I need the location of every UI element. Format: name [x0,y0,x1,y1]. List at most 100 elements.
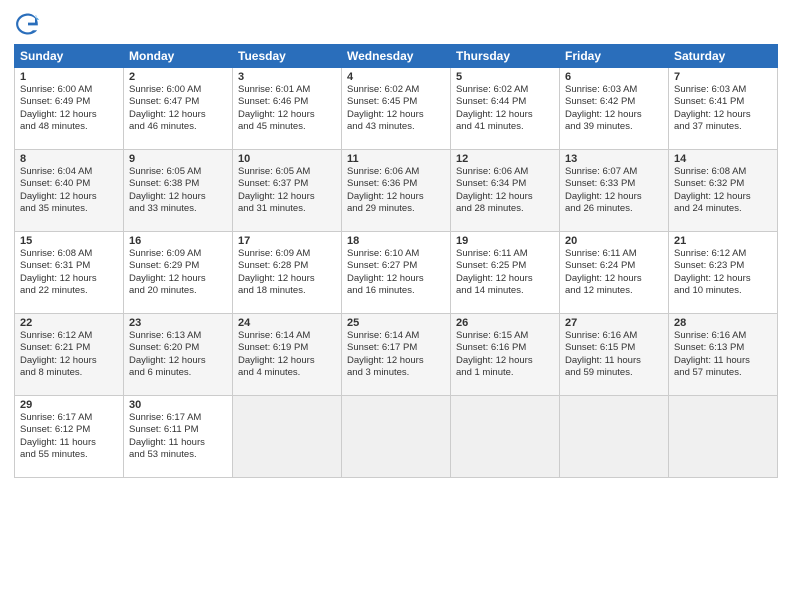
day-info-line: Sunrise: 6:02 AM [347,84,445,96]
day-info-line: and 4 minutes. [238,367,336,379]
day-info-line: Sunrise: 6:13 AM [129,330,227,342]
day-info-line: Sunset: 6:38 PM [129,178,227,190]
calendar-cell [451,396,560,478]
day-info-line: Sunset: 6:27 PM [347,260,445,272]
day-info-line: Sunrise: 6:06 AM [456,166,554,178]
day-info-line: Daylight: 12 hours [238,109,336,121]
calendar-table: SundayMondayTuesdayWednesdayThursdayFrid… [14,44,778,478]
day-info-line: and 59 minutes. [565,367,663,379]
day-info-line: and 33 minutes. [129,203,227,215]
day-info-line: Daylight: 12 hours [20,109,118,121]
day-info-line: Sunrise: 6:02 AM [456,84,554,96]
day-info-line: Sunrise: 6:17 AM [20,412,118,424]
day-info-line: Daylight: 12 hours [674,273,772,285]
day-info-line: Sunset: 6:15 PM [565,342,663,354]
day-info-line: Sunset: 6:31 PM [20,260,118,272]
day-info-line: Sunrise: 6:00 AM [129,84,227,96]
day-number: 24 [238,317,336,329]
day-info-line: Sunset: 6:36 PM [347,178,445,190]
calendar-week-0: 1Sunrise: 6:00 AMSunset: 6:49 PMDaylight… [15,68,778,150]
day-info-line: and 39 minutes. [565,121,663,133]
day-info-line: and 6 minutes. [129,367,227,379]
header-cell-friday: Friday [560,45,669,68]
day-info-line: and 16 minutes. [347,285,445,297]
header-cell-thursday: Thursday [451,45,560,68]
day-info-line: Sunset: 6:49 PM [20,96,118,108]
day-info-line: and 35 minutes. [20,203,118,215]
calendar-cell: 10Sunrise: 6:05 AMSunset: 6:37 PMDayligh… [233,150,342,232]
day-info-line: Daylight: 12 hours [565,191,663,203]
calendar-body: 1Sunrise: 6:00 AMSunset: 6:49 PMDaylight… [15,68,778,478]
header-cell-tuesday: Tuesday [233,45,342,68]
day-info-line: Daylight: 12 hours [129,109,227,121]
day-info-line: Sunset: 6:23 PM [674,260,772,272]
calendar-week-4: 29Sunrise: 6:17 AMSunset: 6:12 PMDayligh… [15,396,778,478]
day-info-line: Sunset: 6:11 PM [129,424,227,436]
calendar-cell: 21Sunrise: 6:12 AMSunset: 6:23 PMDayligh… [669,232,778,314]
day-info-line: and 46 minutes. [129,121,227,133]
header-cell-sunday: Sunday [15,45,124,68]
day-info-line: and 29 minutes. [347,203,445,215]
day-info-line: Sunrise: 6:01 AM [238,84,336,96]
day-info-line: and 53 minutes. [129,449,227,461]
day-info-line: Sunset: 6:17 PM [347,342,445,354]
day-info-line: Daylight: 12 hours [238,355,336,367]
day-info-line: Sunrise: 6:07 AM [565,166,663,178]
calendar-cell: 11Sunrise: 6:06 AMSunset: 6:36 PMDayligh… [342,150,451,232]
day-info-line: Sunrise: 6:09 AM [129,248,227,260]
day-info-line: Sunrise: 6:12 AM [20,330,118,342]
day-info-line: and 37 minutes. [674,121,772,133]
day-info-line: Sunset: 6:29 PM [129,260,227,272]
day-number: 2 [129,71,227,83]
day-info-line: Daylight: 12 hours [20,273,118,285]
day-info-line: Sunset: 6:25 PM [456,260,554,272]
day-info-line: Daylight: 12 hours [129,191,227,203]
day-info-line: Sunset: 6:37 PM [238,178,336,190]
calendar-cell: 30Sunrise: 6:17 AMSunset: 6:11 PMDayligh… [124,396,233,478]
day-info-line: and 55 minutes. [20,449,118,461]
day-info-line: Sunset: 6:20 PM [129,342,227,354]
day-number: 15 [20,235,118,247]
day-number: 7 [674,71,772,83]
day-info-line: Sunset: 6:44 PM [456,96,554,108]
day-info-line: Daylight: 12 hours [565,109,663,121]
day-info-line: Sunset: 6:47 PM [129,96,227,108]
day-number: 30 [129,399,227,411]
calendar-cell: 3Sunrise: 6:01 AMSunset: 6:46 PMDaylight… [233,68,342,150]
day-info-line: Daylight: 12 hours [347,191,445,203]
day-info-line: and 43 minutes. [347,121,445,133]
day-info-line: and 41 minutes. [456,121,554,133]
day-info-line: Sunrise: 6:10 AM [347,248,445,260]
day-info-line: Sunrise: 6:05 AM [129,166,227,178]
calendar-cell [560,396,669,478]
day-info-line: Daylight: 11 hours [674,355,772,367]
calendar-cell: 27Sunrise: 6:16 AMSunset: 6:15 PMDayligh… [560,314,669,396]
day-info-line: Daylight: 12 hours [347,109,445,121]
day-info-line: Sunset: 6:33 PM [565,178,663,190]
calendar-cell: 7Sunrise: 6:03 AMSunset: 6:41 PMDaylight… [669,68,778,150]
calendar-cell: 24Sunrise: 6:14 AMSunset: 6:19 PMDayligh… [233,314,342,396]
day-info-line: Daylight: 12 hours [456,355,554,367]
day-info-line: Sunset: 6:32 PM [674,178,772,190]
day-number: 12 [456,153,554,165]
day-info-line: Sunset: 6:34 PM [456,178,554,190]
header-cell-saturday: Saturday [669,45,778,68]
day-info-line: and 31 minutes. [238,203,336,215]
day-info-line: Daylight: 12 hours [674,109,772,121]
day-info-line: Sunrise: 6:09 AM [238,248,336,260]
calendar-cell: 2Sunrise: 6:00 AMSunset: 6:47 PMDaylight… [124,68,233,150]
day-info-line: and 24 minutes. [674,203,772,215]
day-number: 28 [674,317,772,329]
day-info-line: and 18 minutes. [238,285,336,297]
day-info-line: Sunrise: 6:00 AM [20,84,118,96]
day-number: 17 [238,235,336,247]
logo [14,10,46,38]
calendar-week-3: 22Sunrise: 6:12 AMSunset: 6:21 PMDayligh… [15,314,778,396]
calendar-cell: 29Sunrise: 6:17 AMSunset: 6:12 PMDayligh… [15,396,124,478]
logo-icon [14,10,42,38]
day-info-line: Daylight: 12 hours [674,191,772,203]
day-info-line: Sunset: 6:28 PM [238,260,336,272]
day-info-line: Sunrise: 6:17 AM [129,412,227,424]
day-info-line: Sunrise: 6:04 AM [20,166,118,178]
calendar-cell: 6Sunrise: 6:03 AMSunset: 6:42 PMDaylight… [560,68,669,150]
